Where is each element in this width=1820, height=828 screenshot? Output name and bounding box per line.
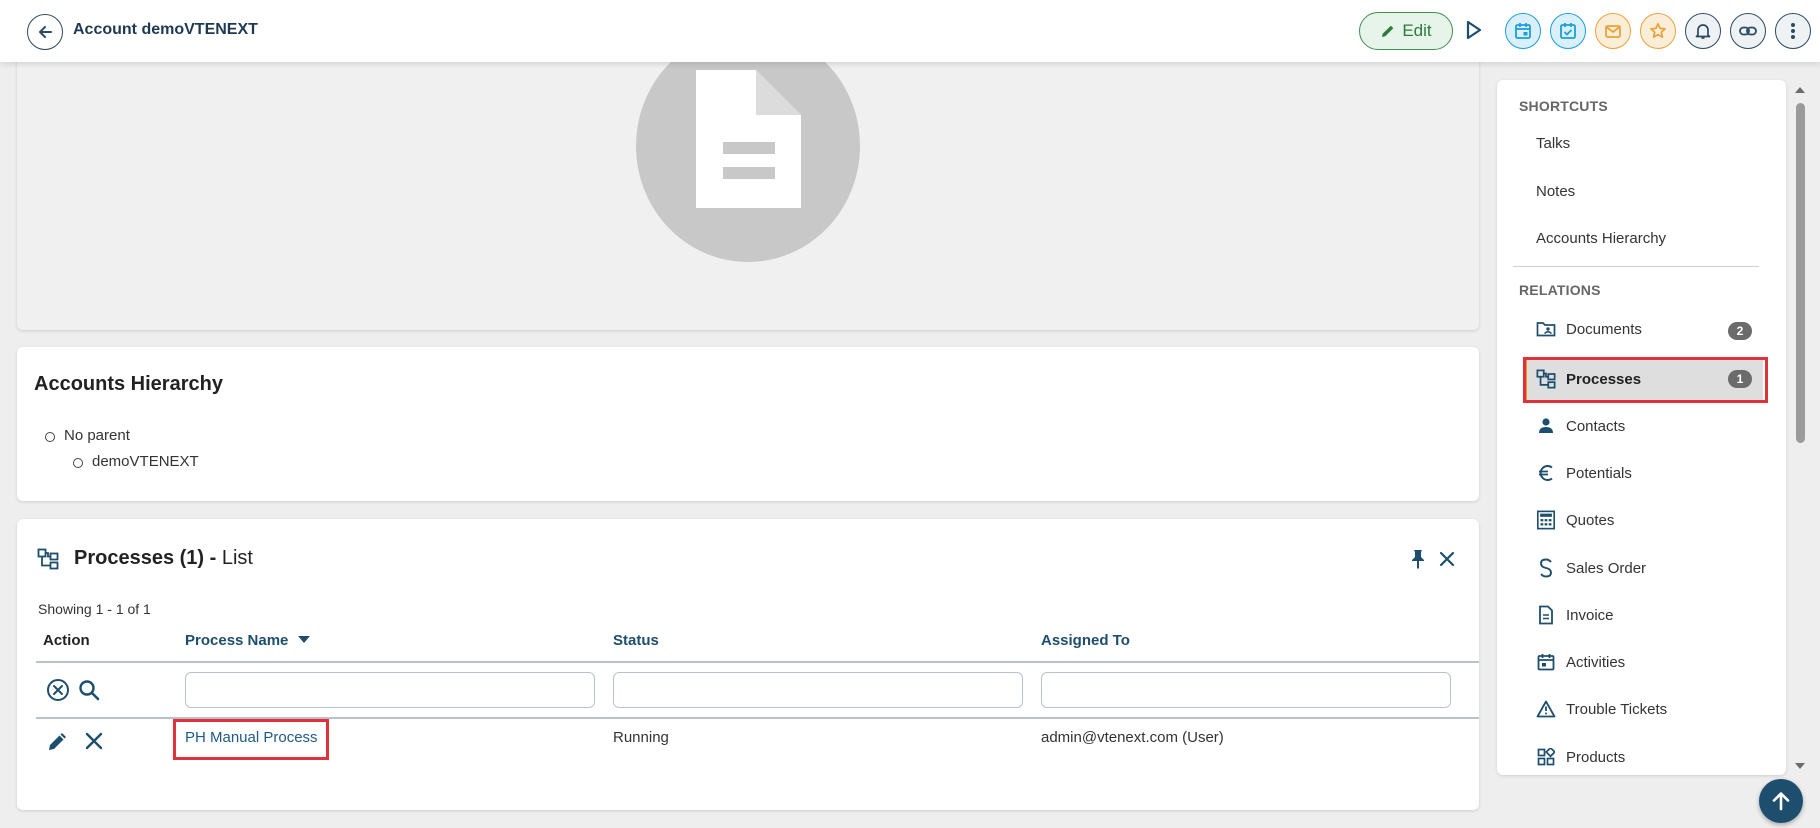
bell-icon xyxy=(1695,24,1711,39)
header-divider xyxy=(36,661,1479,663)
column-header-process-name-label: Process Name xyxy=(185,632,289,649)
notifications-button[interactable] xyxy=(1685,13,1721,49)
warning-icon xyxy=(1536,699,1556,719)
edit-row-icon[interactable] xyxy=(46,729,70,753)
column-header-assigned-to[interactable]: Assigned To xyxy=(1041,632,1130,649)
related-panel: SHORTCUTS Talks Notes Accounts Hierarchy… xyxy=(1497,80,1786,775)
row-actions xyxy=(46,729,106,753)
star-icon xyxy=(1650,22,1666,38)
play-icon xyxy=(1466,20,1482,40)
hierarchy-tree: No parent demoVTENEXT xyxy=(45,423,199,475)
processes-list-card: Processes (1) - List Showing 1 - 1 of 1 … xyxy=(17,519,1479,810)
shortcut-accounts-hierarchy[interactable]: Accounts Hierarchy xyxy=(1536,230,1666,247)
status-filter-input[interactable] xyxy=(613,672,1023,708)
processes-title-list: List xyxy=(221,547,253,569)
arrow-up-icon xyxy=(1772,792,1790,811)
relation-invoice[interactable]: Invoice xyxy=(1536,603,1614,627)
run-process-button[interactable] xyxy=(1466,20,1482,40)
relation-quotes[interactable]: Quotes xyxy=(1536,508,1614,532)
relation-quotes-label: Quotes xyxy=(1566,511,1615,529)
link-icon xyxy=(1739,26,1757,36)
relation-trouble-tickets-label: Trouble Tickets xyxy=(1566,700,1668,718)
highlight-box-processes xyxy=(1523,357,1768,403)
shortcut-talks[interactable]: Talks xyxy=(1536,135,1570,152)
shortcuts-heading: SHORTCUTS xyxy=(1519,98,1608,114)
process-status-cell: Running xyxy=(613,729,669,746)
relation-potentials[interactable]: Potentials xyxy=(1536,461,1632,485)
highlight-box-process-name xyxy=(173,719,329,760)
scroll-up-icon[interactable] xyxy=(1793,84,1807,96)
relation-products[interactable]: Products xyxy=(1536,745,1625,769)
back-button[interactable] xyxy=(27,14,63,50)
filter-actions xyxy=(46,678,101,702)
column-header-process-name[interactable]: Process Name xyxy=(185,632,311,649)
relation-contacts[interactable]: Contacts xyxy=(1536,414,1625,438)
panel-scrollbar[interactable] xyxy=(1793,80,1807,775)
column-header-action: Action xyxy=(43,632,90,649)
column-header-status[interactable]: Status xyxy=(613,632,659,649)
products-grid-icon xyxy=(1536,747,1556,767)
relation-documents-label: Documents xyxy=(1566,320,1642,338)
edit-label: Edit xyxy=(1402,21,1432,40)
link-button[interactable] xyxy=(1730,13,1766,49)
edit-button[interactable]: Edit xyxy=(1359,12,1453,50)
pin-icon[interactable] xyxy=(1410,549,1426,569)
mail-button[interactable] xyxy=(1595,13,1631,49)
hierarchy-title: Accounts Hierarchy xyxy=(34,373,223,395)
panel-divider xyxy=(1513,266,1759,267)
process-name-filter-input[interactable] xyxy=(185,672,595,708)
delete-row-icon[interactable] xyxy=(82,729,106,753)
close-icon[interactable] xyxy=(1438,550,1456,568)
document-icon xyxy=(1536,605,1556,625)
relation-sales-order-label: Sales Order xyxy=(1566,559,1647,577)
process-tree-icon xyxy=(37,548,59,570)
top-header: Account demoVTENEXT Edit xyxy=(0,0,1820,62)
process-assigned-cell: admin@vtenext.com (User) xyxy=(1041,729,1224,746)
account-image-card xyxy=(17,40,1479,330)
scroll-down-icon[interactable] xyxy=(1793,760,1807,772)
pagination-summary: Showing 1 - 1 of 1 xyxy=(38,601,151,617)
shortcut-notes[interactable]: Notes xyxy=(1536,183,1575,200)
more-vertical-icon xyxy=(1791,23,1795,39)
back-arrow-icon xyxy=(39,26,52,38)
accounts-hierarchy-card: Accounts Hierarchy No parent demoVTENEXT xyxy=(17,347,1479,501)
relation-sales-order[interactable]: Sales Order xyxy=(1536,556,1646,580)
relation-invoice-label: Invoice xyxy=(1566,606,1614,624)
assigned-to-filter-input[interactable] xyxy=(1041,672,1451,708)
calculator-icon xyxy=(1536,510,1556,530)
favorite-button[interactable] xyxy=(1640,13,1676,49)
dollar-icon xyxy=(1536,558,1556,578)
search-icon[interactable] xyxy=(77,678,101,702)
processes-title-bold: Processes (1) - xyxy=(74,547,217,569)
calendar-icon xyxy=(1536,652,1556,672)
documents-count-badge: 2 xyxy=(1728,322,1752,340)
relation-products-label: Products xyxy=(1566,748,1626,766)
relation-activities-label: Activities xyxy=(1566,653,1626,671)
relation-potentials-label: Potentials xyxy=(1566,464,1632,482)
euro-icon xyxy=(1536,463,1556,483)
more-options-button[interactable] xyxy=(1775,13,1811,49)
relation-documents[interactable]: Documents xyxy=(1536,317,1642,341)
relation-contacts-label: Contacts xyxy=(1566,417,1626,435)
person-icon xyxy=(1536,416,1556,436)
scroll-to-top-button[interactable] xyxy=(1759,779,1803,823)
task-button[interactable] xyxy=(1550,13,1586,49)
calendar-icon xyxy=(1515,23,1531,39)
relation-activities[interactable]: Activities xyxy=(1536,650,1625,674)
folder-user-icon xyxy=(1536,319,1556,339)
mail-icon xyxy=(1605,25,1621,38)
hierarchy-parent: No parent xyxy=(45,423,199,449)
document-placeholder-icon xyxy=(636,40,860,262)
pencil-icon xyxy=(1382,25,1394,37)
hierarchy-child: demoVTENEXT xyxy=(73,449,199,475)
relations-heading: RELATIONS xyxy=(1519,282,1601,298)
sort-descending-icon xyxy=(298,636,311,643)
scrollbar-thumb[interactable] xyxy=(1796,103,1805,443)
calendar-button[interactable] xyxy=(1505,13,1541,49)
relation-trouble-tickets[interactable]: Trouble Tickets xyxy=(1536,697,1667,721)
clear-filter-icon[interactable] xyxy=(46,678,70,702)
processes-title: Processes (1) - List xyxy=(74,547,253,570)
page-title: Account demoVTENEXT xyxy=(73,21,258,38)
task-check-icon xyxy=(1560,23,1576,39)
